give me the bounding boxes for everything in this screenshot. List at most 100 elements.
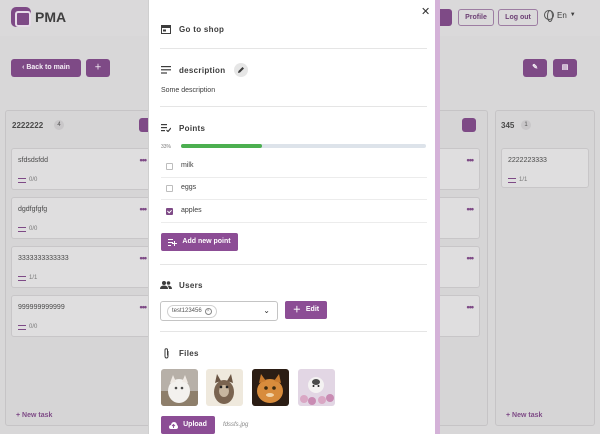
board-column: 345 1 2222223333 1/1 + New task: [495, 110, 595, 426]
point-checkbox[interactable]: [166, 163, 173, 170]
task-progress-value: 0/0: [29, 226, 38, 232]
more-icon[interactable]: •••: [467, 204, 475, 214]
close-icon[interactable]: ✕: [421, 5, 430, 18]
chevron-down-icon[interactable]: ⌄: [263, 306, 270, 315]
delete-board-button[interactable]: ▤: [553, 59, 577, 77]
task-progress: 1/1: [508, 177, 527, 183]
task-progress: 0/0: [18, 177, 37, 183]
file-thumbnail[interactable]: [298, 369, 335, 406]
modal-scrollbar[interactable]: [435, 0, 440, 434]
task-card[interactable]: sfdsdsfdd ••• 0/0: [11, 148, 153, 190]
new-task-button[interactable]: + New task: [506, 412, 542, 419]
column-title: 2222222: [12, 121, 44, 130]
task-progress: 0/0: [18, 226, 37, 232]
edit-users-button[interactable]: ＋ Edit: [285, 301, 327, 319]
nav-button-partial[interactable]: [438, 9, 452, 26]
point-label: milk: [181, 162, 194, 169]
checklist-icon: [161, 124, 171, 132]
edit-description-button[interactable]: [234, 63, 248, 77]
file-thumbnail[interactable]: [206, 369, 243, 406]
add-user-icon: ＋: [292, 305, 301, 314]
points-title: Points: [179, 124, 206, 133]
points-progress-label: 33%: [161, 144, 172, 150]
people-icon: [160, 281, 172, 289]
more-icon[interactable]: •••: [467, 155, 475, 165]
edit-board-button[interactable]: ✎: [523, 59, 547, 77]
point-label: apples: [181, 207, 202, 214]
add-user-board-button[interactable]: ＋: [86, 59, 110, 77]
task-title: sfdsdsfdd: [18, 157, 48, 164]
task-title: 2222223333: [508, 157, 547, 164]
task-title: dgdfgfgfg: [18, 206, 48, 213]
upload-button[interactable]: Upload: [161, 416, 215, 434]
description-icon: [161, 66, 171, 74]
point-item[interactable]: apples: [161, 202, 427, 223]
column-task-count: 1: [521, 120, 531, 130]
kitten-with-flowers-image: [298, 369, 335, 406]
uploaded-file-name: fdssfs.jpg: [223, 422, 249, 428]
column-settings-icon[interactable]: [462, 118, 476, 132]
point-checkbox[interactable]: [166, 185, 173, 192]
points-progress-bar: [181, 144, 426, 148]
app-logo-icon[interactable]: [11, 7, 31, 27]
user-chip: test123456 ×: [167, 305, 217, 318]
point-checkbox[interactable]: [166, 208, 173, 215]
document-icon: ▤: [561, 64, 569, 71]
shop-icon: [161, 25, 171, 34]
add-point-label: Add new point: [182, 238, 231, 245]
paperclip-icon: [164, 348, 169, 359]
more-icon[interactable]: •••: [140, 302, 148, 312]
file-thumbnail[interactable]: [252, 369, 289, 406]
divider: [160, 331, 427, 332]
task-title: 999999999999: [18, 304, 65, 311]
task-progress-value: 0/0: [29, 177, 38, 183]
more-icon[interactable]: •••: [140, 155, 148, 165]
more-icon[interactable]: •••: [140, 204, 148, 214]
checklist-icon: [18, 177, 26, 183]
user-chip-label: test123456: [172, 308, 202, 314]
pencil-icon: [238, 67, 244, 73]
task-progress-value: 0/0: [29, 324, 38, 330]
board-column: 2222222 4 sfdsdsfdd ••• 0/0 dgdfgfgfg ••…: [5, 110, 160, 426]
profile-button[interactable]: Profile: [458, 9, 494, 26]
add-user-icon: ＋: [94, 64, 102, 71]
points-progress-fill: [181, 144, 262, 148]
task-progress-value: 1/1: [29, 275, 38, 281]
divider: [160, 264, 427, 265]
files-title: Files: [179, 349, 199, 358]
more-icon[interactable]: •••: [467, 253, 475, 263]
task-progress: 1/1: [18, 275, 37, 281]
divider: [160, 106, 427, 107]
add-point-button[interactable]: Add new point: [161, 233, 238, 251]
tabby-kitten-image: [206, 369, 243, 406]
description-text: Some description: [161, 87, 216, 94]
divider: [160, 48, 427, 49]
description-title: description: [179, 66, 226, 75]
upload-label: Upload: [183, 421, 207, 428]
back-to-main-label: Back to main: [26, 64, 70, 71]
task-title: 3333333333333: [18, 255, 69, 262]
remove-user-icon[interactable]: ×: [204, 308, 212, 315]
language-selector[interactable]: En ▼: [544, 10, 576, 22]
column-title: 345: [501, 121, 515, 130]
logout-button[interactable]: Log out: [498, 9, 538, 26]
point-item[interactable]: milk: [161, 157, 427, 178]
task-card[interactable]: 3333333333333 ••• 1/1: [11, 246, 153, 288]
task-progress: 0/0: [18, 324, 37, 330]
new-task-button[interactable]: + New task: [16, 412, 52, 419]
point-item[interactable]: eggs: [161, 179, 427, 200]
task-card[interactable]: dgdfgfgfg ••• 0/0: [11, 197, 153, 239]
more-icon[interactable]: •••: [467, 302, 475, 312]
file-thumbnail[interactable]: [161, 369, 198, 406]
checklist-icon: [18, 324, 26, 330]
more-icon[interactable]: •••: [140, 253, 148, 263]
task-card[interactable]: 999999999999 ••• 0/0: [11, 295, 153, 337]
back-to-main-button[interactable]: ‹ Back to main: [11, 59, 81, 77]
cloud-upload-icon: [169, 421, 179, 429]
go-to-shop-link[interactable]: Go to shop: [179, 25, 224, 34]
pencil-icon: ✎: [532, 64, 538, 71]
app-name: PMA: [35, 9, 67, 25]
task-card[interactable]: 2222223333 1/1: [501, 148, 589, 188]
task-progress-value: 1/1: [519, 177, 528, 183]
users-select[interactable]: test123456 × ⌄: [160, 301, 278, 321]
